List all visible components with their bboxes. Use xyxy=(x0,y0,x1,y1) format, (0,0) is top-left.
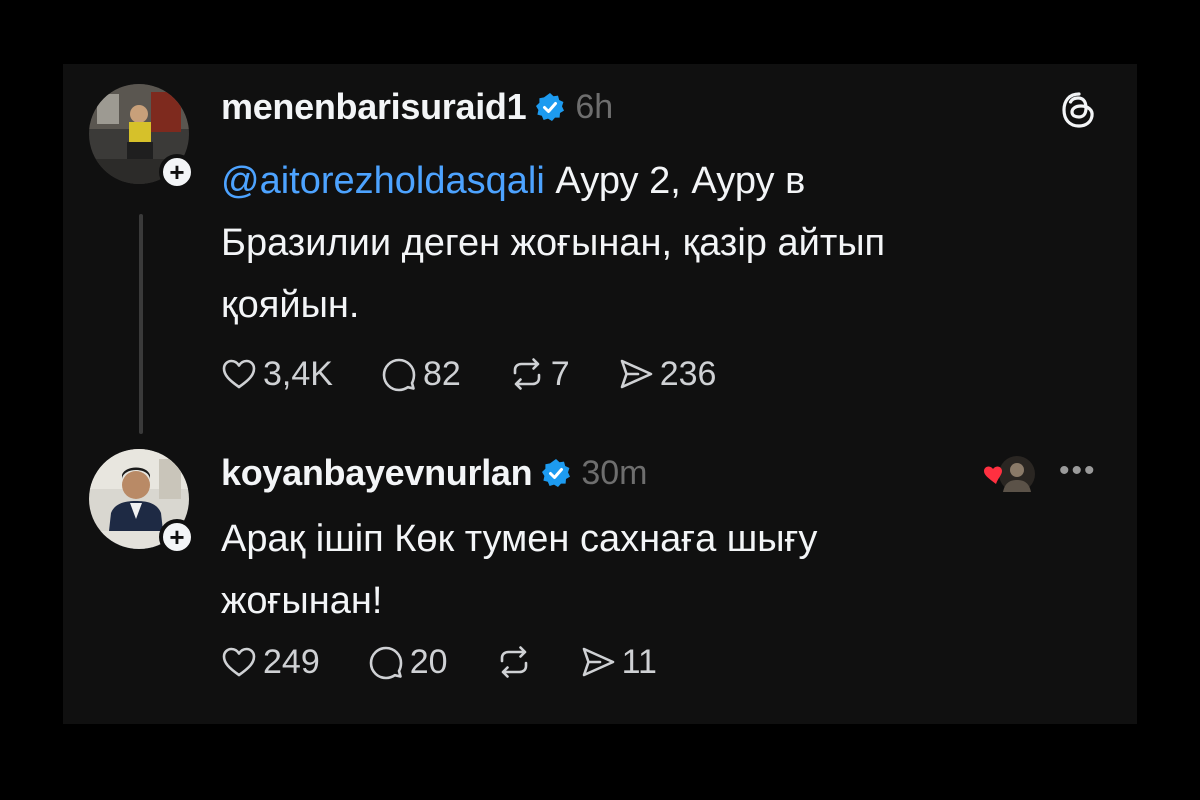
verified-badge-icon xyxy=(542,459,571,487)
reply-button[interactable]: 20 xyxy=(368,643,448,682)
post-text-line-2: жоғынан! xyxy=(221,580,383,622)
post-text: @aitorezholdasqali Ауру 2, Ауру в Бразил… xyxy=(221,150,1081,336)
reply-button[interactable]: 82 xyxy=(381,355,461,394)
more-options-icon[interactable]: ••• xyxy=(1059,454,1097,488)
repost-icon xyxy=(513,358,541,390)
verified-badge-icon xyxy=(536,93,565,121)
share-count: 11 xyxy=(621,642,657,681)
follow-plus-icon[interactable]: + xyxy=(159,519,195,555)
post-2[interactable]: + koyanbayevnurlan 30m ••• Арақ ішіп Көк… xyxy=(63,444,1137,724)
thread-connector-line xyxy=(139,214,143,434)
heart-icon xyxy=(222,359,256,389)
like-count: 3,4K xyxy=(263,354,333,393)
like-button[interactable]: 3,4K xyxy=(221,355,333,394)
post-text-line-2: Бразилии деген жоғынан, қазір айтып xyxy=(221,222,886,264)
repost-button[interactable] xyxy=(496,644,532,680)
post-header: menenbarisuraid1 6h xyxy=(221,84,613,130)
like-count: 249 xyxy=(263,642,320,681)
post-1[interactable]: + menenbarisuraid1 6h @aitorezholdasqali… xyxy=(63,64,1137,444)
post-text-line-3: қояйын. xyxy=(221,284,360,326)
like-button[interactable]: 249 xyxy=(221,643,320,682)
threads-conversation: + menenbarisuraid1 6h @aitorezholdasqali… xyxy=(63,64,1137,724)
post-actions: 249 20 11 xyxy=(221,640,705,684)
post-text: Арақ ішіп Көк тумен сахнаға шығу жоғынан… xyxy=(221,508,1081,632)
timestamp: 6h xyxy=(575,87,614,126)
avatar[interactable]: + xyxy=(89,84,195,190)
liked-by-author-icon[interactable] xyxy=(981,452,1037,496)
post-text-line-1: Арақ ішіп Көк тумен сахнаға шығу xyxy=(221,518,818,560)
timestamp: 30m xyxy=(581,453,648,492)
post-actions: 3,4K 82 7 236 xyxy=(221,352,764,396)
heart-icon xyxy=(222,647,256,677)
share-button[interactable]: 236 xyxy=(618,354,717,394)
repost-button[interactable]: 7 xyxy=(509,355,570,394)
post-header: koyanbayevnurlan 30m xyxy=(221,450,647,496)
share-button[interactable]: 11 xyxy=(580,643,657,682)
post-text-line-1: Ауру 2, Ауру в xyxy=(544,160,806,202)
comment-icon xyxy=(382,358,416,392)
share-icon xyxy=(620,359,653,389)
username[interactable]: koyanbayevnurlan xyxy=(221,452,533,494)
share-count: 236 xyxy=(659,354,717,393)
repost-icon xyxy=(500,646,527,678)
repost-count: 7 xyxy=(550,354,570,393)
comment-icon xyxy=(369,646,403,680)
share-icon xyxy=(582,647,614,677)
reply-count: 82 xyxy=(422,354,461,393)
follow-plus-icon[interactable]: + xyxy=(159,154,195,190)
mention-link[interactable]: @aitorezholdasqali xyxy=(221,160,545,202)
avatar[interactable]: + xyxy=(89,449,195,555)
username[interactable]: menenbarisuraid1 xyxy=(221,86,527,128)
reply-count: 20 xyxy=(409,642,448,681)
threads-logo-icon[interactable] xyxy=(1059,90,1099,130)
